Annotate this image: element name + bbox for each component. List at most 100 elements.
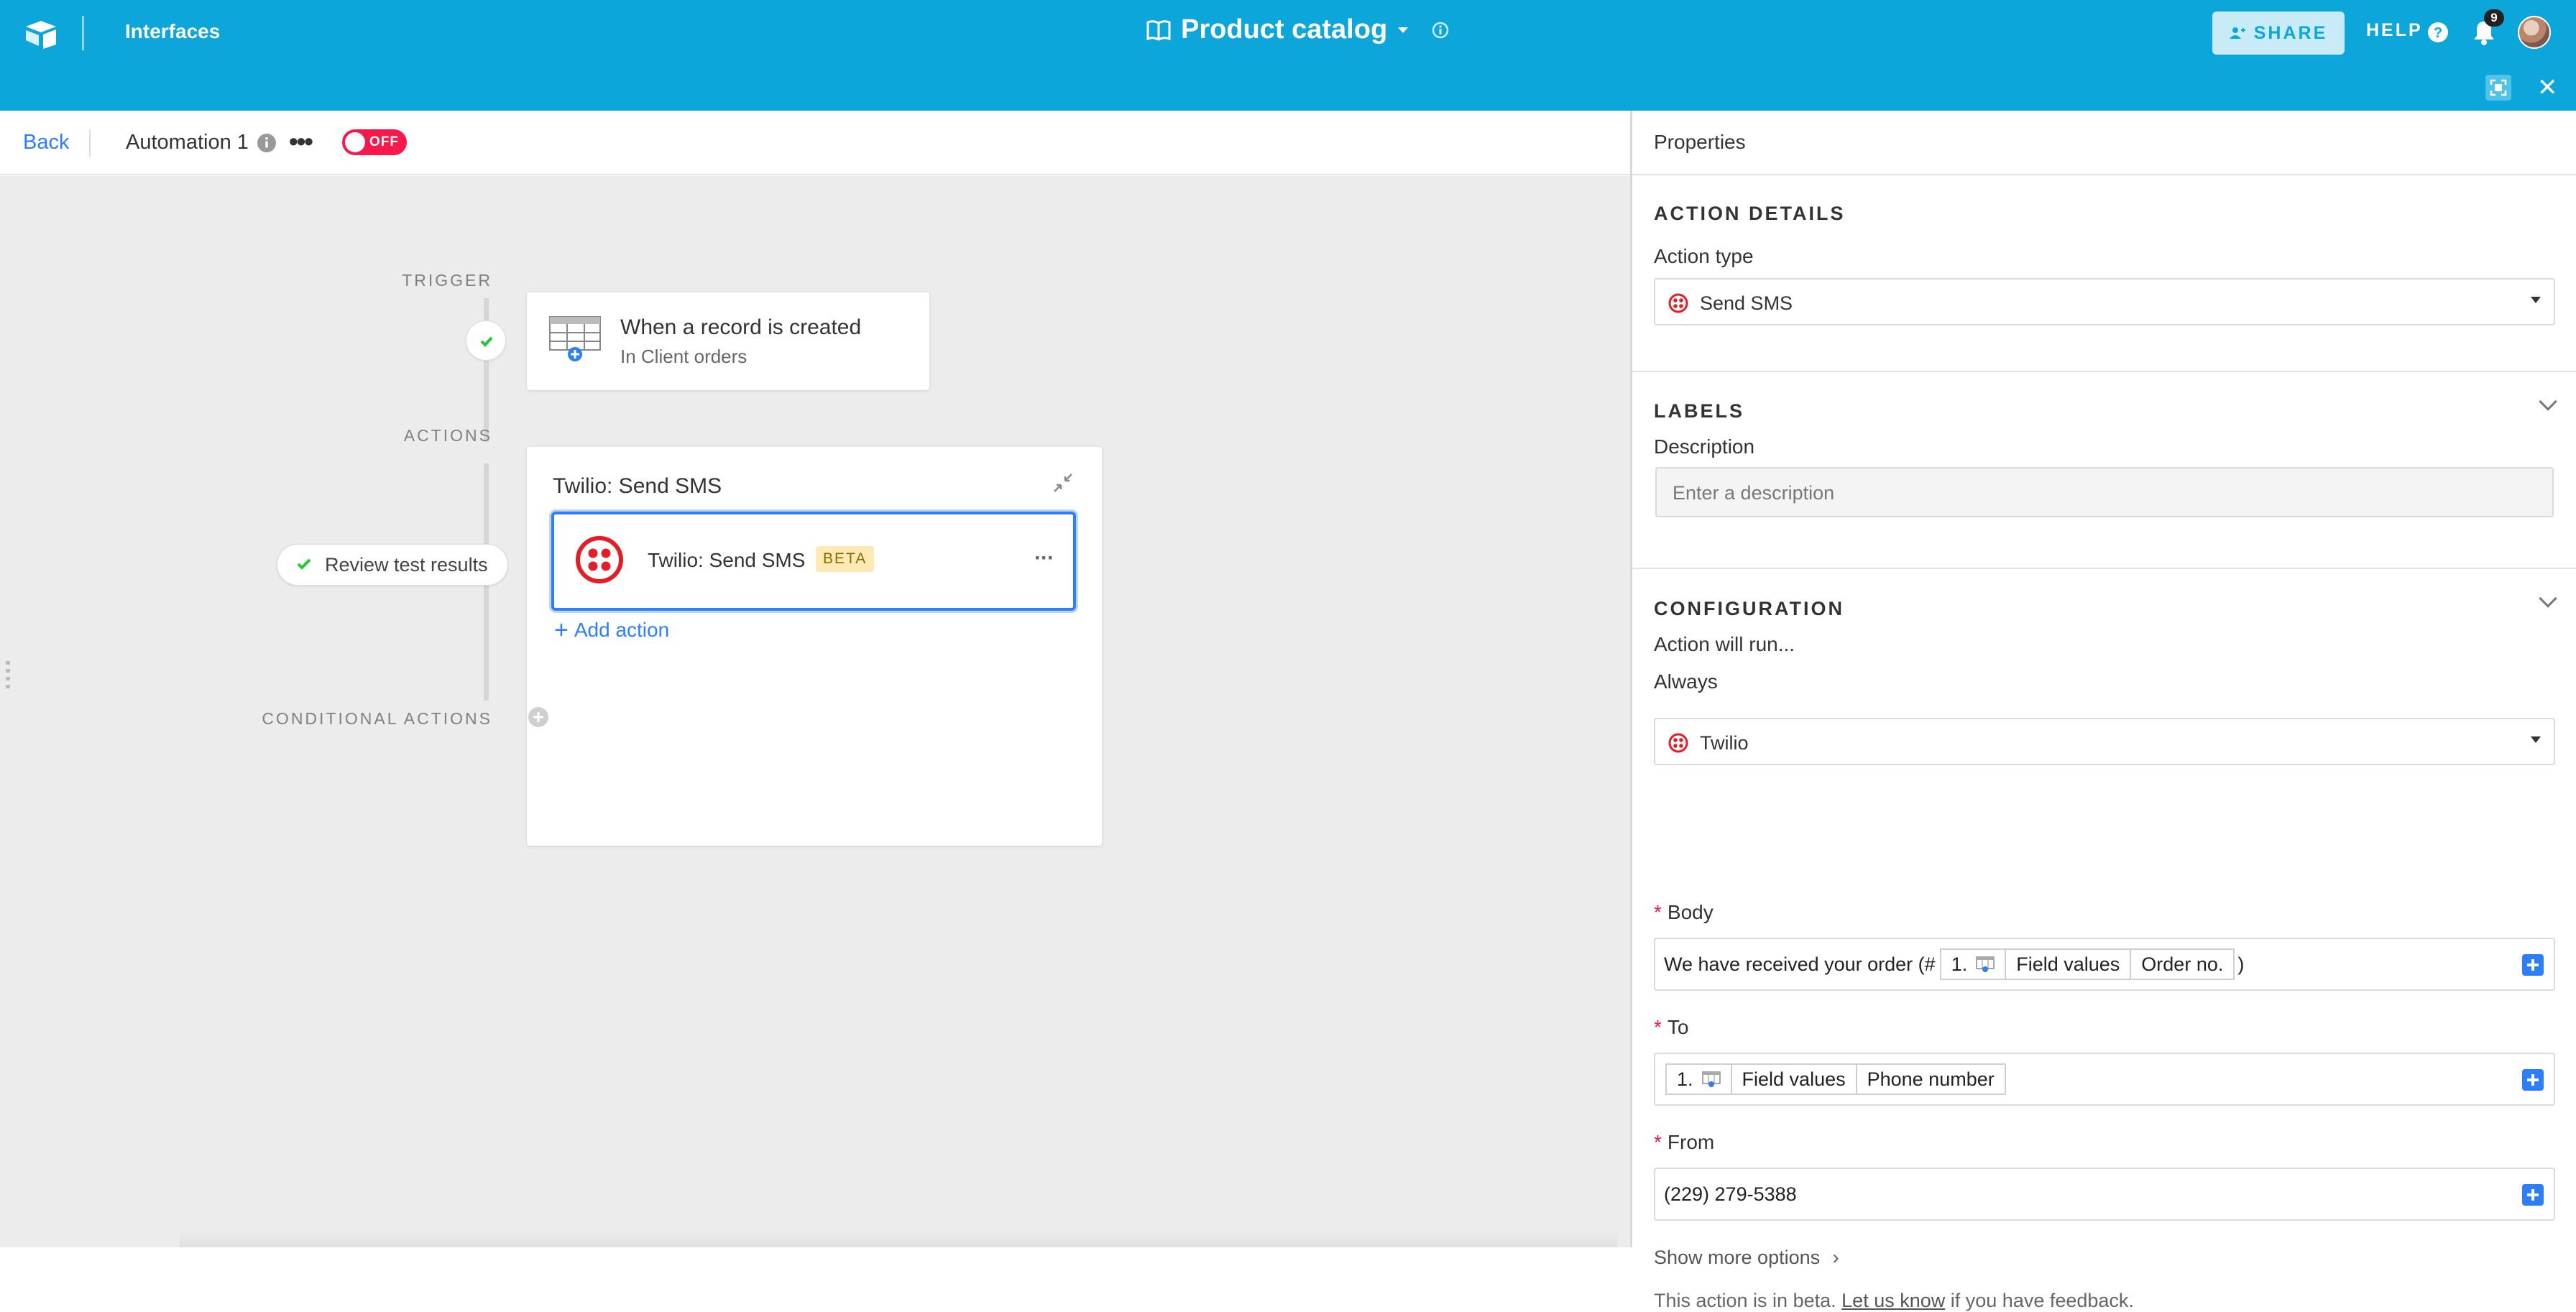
trigger-label: TRIGGER xyxy=(402,271,492,290)
divider xyxy=(82,16,84,50)
info-icon[interactable] xyxy=(256,132,277,154)
share-button[interactable]: SHARE xyxy=(2212,11,2345,55)
twilio-account-value: Twilio xyxy=(1700,732,1749,754)
field-values-token[interactable]: Field values xyxy=(1731,1063,1857,1095)
close-icon[interactable]: ✕ xyxy=(2537,75,2558,101)
action-item-label: Twilio: Send SMS xyxy=(648,549,806,571)
beta-note: This action is in beta. Let us know if y… xyxy=(1654,1290,2134,1312)
insert-field-button[interactable] xyxy=(2522,1184,2544,1206)
twilio-icon xyxy=(1668,293,1688,313)
help-icon[interactable]: ? xyxy=(2426,20,2450,45)
feedback-link[interactable]: Let us know xyxy=(1841,1290,1945,1311)
resize-handle[interactable] xyxy=(6,661,10,690)
caret-down-icon xyxy=(2531,297,2541,303)
automation-name[interactable]: Automation 1 xyxy=(126,131,249,154)
step-token-label: 1. xyxy=(1677,1068,1693,1090)
to-label: * To xyxy=(1654,1016,1688,1039)
add-action-button[interactable]: + Add action xyxy=(554,616,669,645)
section-divider xyxy=(1632,568,2576,569)
actions-card-title: Twilio: Send SMS xyxy=(553,474,722,498)
to-label-text: To xyxy=(1667,1016,1689,1038)
chevron-right-icon: › xyxy=(1832,1247,1839,1268)
check-icon xyxy=(297,558,311,570)
show-more-label: Show more options xyxy=(1654,1247,1821,1268)
step-token-label: 1. xyxy=(1951,953,1968,975)
body-label: * Body xyxy=(1654,901,1714,924)
insert-field-button[interactable] xyxy=(2522,954,2544,976)
step-token[interactable]: 1. xyxy=(1939,948,2007,980)
collapse-icon[interactable] xyxy=(1052,471,1075,494)
action-details-title: ACTION DETAILS xyxy=(1654,203,1846,224)
run-condition-label: Action will run... xyxy=(1654,633,1795,655)
insert-field-button[interactable] xyxy=(2522,1069,2544,1091)
trigger-card[interactable]: When a record is created In Client order… xyxy=(527,292,929,390)
info-icon[interactable] xyxy=(1432,22,1449,39)
chevron-down-icon[interactable] xyxy=(1397,26,1409,34)
review-test-results-button[interactable]: Review test results xyxy=(277,544,508,586)
section-divider xyxy=(1632,371,2576,372)
to-input[interactable]: 1. Field values Phone number xyxy=(1654,1053,2555,1106)
from-value-row: (229) 279-5388 xyxy=(1664,1183,1797,1206)
body-label-text: Body xyxy=(1667,901,1714,923)
from-input[interactable]: (229) 279-5388 xyxy=(1654,1168,2555,1221)
base-title[interactable]: Product catalog xyxy=(1146,14,1449,45)
share-label: SHARE xyxy=(2253,22,2328,43)
configuration-title: CONFIGURATION xyxy=(1654,598,1844,619)
table-icon xyxy=(1976,956,1995,972)
field-values-token[interactable]: Field values xyxy=(2006,948,2132,980)
automation-canvas: TRIGGER ACTIONS CONDITIONAL ACTIONS When… xyxy=(0,176,1630,1247)
body-text-suffix: ) xyxy=(2237,953,2245,975)
action-type-label: Action type xyxy=(1654,245,1754,267)
properties-panel: Properties ACTION DETAILS Action type Se… xyxy=(1632,111,2576,1311)
toggle-label: OFF xyxy=(369,134,399,149)
add-action-label: Add action xyxy=(574,619,670,641)
required-marker: * xyxy=(1654,1016,1662,1038)
description-placeholder: Enter a description xyxy=(1673,482,1835,504)
phone-number-token[interactable]: Phone number xyxy=(1857,1063,2006,1095)
table-icon xyxy=(549,316,601,361)
airtable-logo-icon[interactable] xyxy=(23,19,59,49)
trigger-subtitle: In Client orders xyxy=(620,346,748,367)
description-input[interactable]: Enter a description xyxy=(1655,467,2554,517)
action-type-value: Send SMS xyxy=(1700,292,1793,314)
run-condition-value: Always xyxy=(1654,670,1718,693)
trigger-title: When a record is created xyxy=(620,315,862,339)
base-title-text: Product catalog xyxy=(1181,14,1388,45)
users-icon xyxy=(2229,27,2245,39)
conditional-actions-label: CONDITIONAL ACTIONS xyxy=(262,709,492,728)
action-type-select[interactable]: Send SMS xyxy=(1654,278,2555,325)
beta-note-prefix: This action is in beta. xyxy=(1654,1290,1836,1311)
required-marker: * xyxy=(1654,1131,1662,1153)
automation-toggle[interactable]: OFF xyxy=(342,129,407,155)
add-conditional-icon[interactable] xyxy=(528,706,549,728)
step-token[interactable]: 1. xyxy=(1665,1063,1732,1095)
toggle-knob xyxy=(345,132,365,152)
action-menu-icon[interactable]: ··· xyxy=(1034,546,1054,570)
order-no-token[interactable]: Order no. xyxy=(2131,948,2235,980)
body-input[interactable]: We have received your order (# 1. Field … xyxy=(1654,938,2555,991)
more-options-icon[interactable]: ••• xyxy=(289,126,313,157)
check-icon xyxy=(480,336,493,347)
automation-header: Back Automation 1 ••• OFF xyxy=(0,111,1630,175)
back-link[interactable]: Back xyxy=(23,131,69,154)
chevron-down-icon[interactable] xyxy=(2539,392,2557,411)
chevron-down-icon[interactable] xyxy=(2539,589,2557,608)
from-label-text: From xyxy=(1667,1131,1715,1153)
help-link[interactable]: HELP xyxy=(2366,20,2423,41)
twilio-account-select[interactable]: Twilio xyxy=(1654,718,2555,765)
from-label: * From xyxy=(1654,1131,1714,1154)
interfaces-link[interactable]: Interfaces xyxy=(125,20,220,43)
avatar[interactable] xyxy=(2518,16,2551,49)
twilio-icon xyxy=(1668,733,1688,753)
beta-note-suffix: if you have feedback. xyxy=(1950,1290,2134,1311)
beta-badge: BETA xyxy=(816,546,875,572)
action-item-send-sms[interactable]: Twilio: Send SMS BETA ··· xyxy=(551,512,1076,611)
bottom-shadow xyxy=(180,1232,1617,1247)
flow-line xyxy=(484,298,489,442)
required-marker: * xyxy=(1654,901,1662,923)
caret-down-icon xyxy=(2531,736,2541,743)
panel-header: Properties xyxy=(1632,111,2576,175)
fullscreen-icon[interactable] xyxy=(2485,75,2511,101)
twilio-icon xyxy=(576,536,623,583)
show-more-options-link[interactable]: Show more options › xyxy=(1654,1247,1839,1269)
